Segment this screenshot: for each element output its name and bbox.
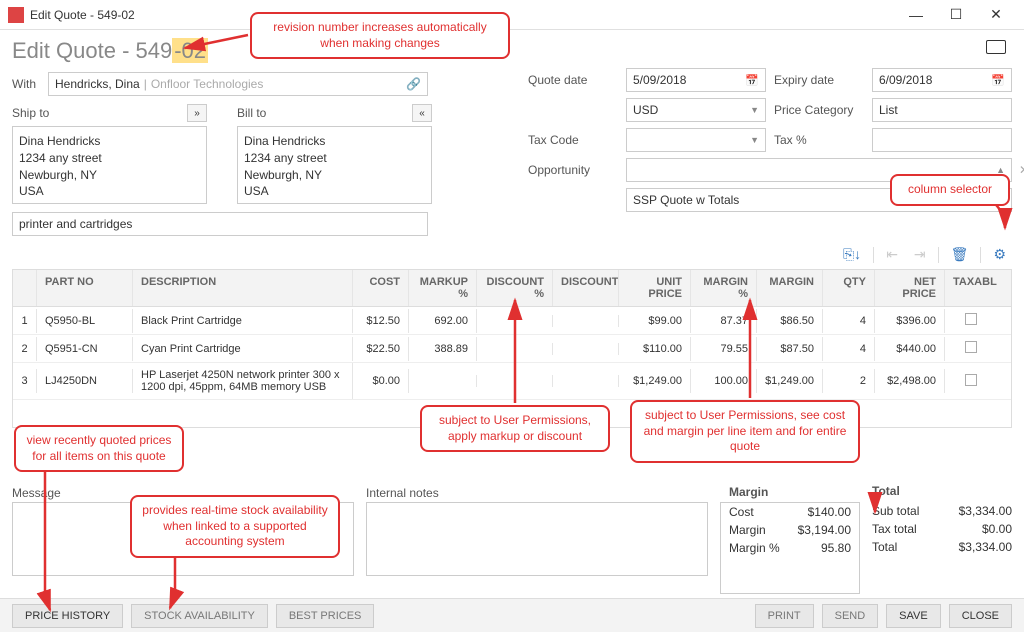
opportunity-label: Opportunity [528, 163, 618, 177]
col-marginp[interactable]: MARGIN % [691, 270, 757, 306]
clear-icon[interactable]: ✕ [1019, 163, 1024, 177]
save-button[interactable]: SAVE [886, 604, 941, 628]
quote-date-label: Quote date [528, 73, 618, 87]
notes-label: Internal notes [366, 486, 708, 500]
grid-toolbar: ⎘↓ ⇤ ⇥ 🗑 ⚙ [0, 240, 1024, 269]
ship-label: Ship to [12, 106, 49, 120]
send-button[interactable]: SEND [822, 604, 879, 628]
ship-to-block: Ship to » Dina Hendricks1234 any streetNe… [12, 104, 207, 204]
bill-collapse-button[interactable]: « [412, 104, 432, 122]
callout-margin: subject to User Permissions, see cost an… [630, 400, 860, 463]
expiry-label: Expiry date [774, 73, 864, 87]
stock-availability-button[interactable]: STOCK AVAILABILITY [131, 604, 268, 628]
table-row[interactable]: 3LJ4250DNHP Laserjet 4250N network print… [13, 363, 1011, 400]
indent-button[interactable]: ⇥ [910, 244, 930, 265]
total-summary: Total Sub total$3,334.00 Tax total$0.00 … [872, 484, 1012, 594]
best-prices-button[interactable]: BEST PRICES [276, 604, 375, 628]
margin-summary: Margin Cost$140.00 Margin$3,194.00 Margi… [720, 502, 860, 594]
link-icon[interactable]: 🔗 [406, 77, 421, 91]
tax-pct-field[interactable] [872, 128, 1012, 152]
minimize-button[interactable]: — [896, 0, 936, 30]
contact-name: Hendricks, Dina [55, 77, 140, 91]
tax-code-field[interactable]: ▼ [626, 128, 766, 152]
bill-label: Bill to [237, 106, 266, 120]
callout-stock: provides real-time stock availability wh… [130, 495, 340, 558]
delete-row-button[interactable]: 🗑 [947, 244, 973, 265]
outdent-button[interactable]: ⇤ [882, 244, 902, 265]
table-row[interactable]: 1Q5950-BLBlack Print Cartridge$12.50692.… [13, 307, 1011, 335]
ship-expand-button[interactable]: » [187, 104, 207, 122]
titlebar: Edit Quote - 549-02 — ☐ ✕ [0, 0, 1024, 30]
bill-to-block: Bill to « Dina Hendricks1234 any streetNe… [237, 104, 432, 204]
calendar-icon[interactable]: 📅 [745, 74, 759, 87]
currency-field[interactable]: USD▼ [626, 98, 766, 122]
margin-title: Margin [729, 485, 851, 499]
chevron-down-icon: ▼ [750, 135, 759, 145]
title-prefix: Edit Quote - 549 [12, 38, 172, 63]
notes-input[interactable] [366, 502, 708, 576]
chevron-down-icon: ▼ [750, 105, 759, 115]
callout-column-selector: column selector [890, 174, 1010, 206]
col-tax[interactable]: TAXABLE [945, 270, 997, 306]
subject-row: printer and cartridges [0, 208, 1024, 240]
ship-address[interactable]: Dina Hendricks1234 any streetNewburgh, N… [12, 126, 207, 204]
price-cat-label: Price Category [774, 103, 864, 117]
col-discp[interactable]: DISCOUNT % [477, 270, 553, 306]
col-qty[interactable]: QTY [823, 270, 875, 306]
subject-field[interactable]: printer and cartridges [12, 212, 428, 236]
total-title: Total [872, 484, 1012, 498]
contact-company: Onfloor Technologies [151, 77, 264, 91]
callout-price-history: view recently quoted prices for all item… [14, 425, 184, 472]
close-button[interactable]: CLOSE [949, 604, 1012, 628]
header: Edit Quote - 549-02 [0, 30, 1024, 68]
table-row[interactable]: 2Q5951-CNCyan Print Cartridge$22.50388.8… [13, 335, 1011, 363]
col-unit[interactable]: UNIT PRICE [619, 270, 691, 306]
taxable-checkbox[interactable] [965, 313, 977, 325]
taxable-checkbox[interactable] [965, 374, 977, 386]
price-history-button[interactable]: PRICE HISTORY [12, 604, 123, 628]
with-label: With [12, 77, 42, 91]
close-window-button[interactable]: ✕ [976, 0, 1016, 30]
quote-date-field[interactable]: 5/09/2018📅 [626, 68, 766, 92]
col-disc[interactable]: DISCOUNT [553, 270, 619, 306]
col-margin[interactable]: MARGIN [757, 270, 823, 306]
footer: PRICE HISTORY STOCK AVAILABILITY BEST PR… [0, 598, 1024, 632]
expiry-date-field[interactable]: 6/09/2018📅 [872, 68, 1012, 92]
calendar-icon[interactable]: 📅 [991, 74, 1005, 87]
col-part[interactable]: PART NO [37, 270, 133, 306]
print-button[interactable]: PRINT [755, 604, 814, 628]
price-cat-field[interactable]: List [872, 98, 1012, 122]
app-icon [8, 7, 24, 23]
notes-block: Internal notes [366, 486, 708, 594]
page-title: Edit Quote - 549-02 [12, 38, 1012, 64]
bill-address[interactable]: Dina Hendricks1234 any streetNewburgh, N… [237, 126, 432, 204]
maximize-button[interactable]: ☐ [936, 0, 976, 30]
title-revision: -02 [172, 38, 208, 63]
tax-code-label: Tax Code [528, 133, 618, 147]
col-markup[interactable]: MARKUP % [409, 270, 477, 306]
tax-pct-label: Tax % [774, 133, 864, 147]
col-desc[interactable]: DESCRIPTION [133, 270, 353, 306]
taxable-checkbox[interactable] [965, 341, 977, 353]
callout-markup: subject to User Permissions, apply marku… [420, 405, 610, 452]
with-field[interactable]: Hendricks, Dina | Onfloor Technologies 🔗 [48, 72, 428, 96]
window-title: Edit Quote - 549-02 [30, 8, 135, 22]
col-cost[interactable]: COST [353, 270, 409, 306]
add-row-button[interactable]: ⎘↓ [839, 244, 865, 265]
column-selector-button[interactable]: ⚙ [989, 244, 1010, 265]
grid-header: PART NO DESCRIPTION COST MARKUP % DISCOU… [13, 270, 1011, 307]
keyboard-icon[interactable] [986, 40, 1006, 54]
col-net[interactable]: NET PRICE [875, 270, 945, 306]
callout-revision: revision number increases automatically … [250, 12, 510, 59]
